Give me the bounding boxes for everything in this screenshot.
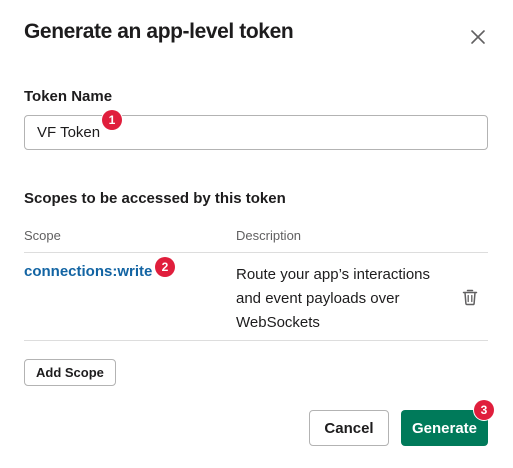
scope-link[interactable]: connections:write (24, 263, 152, 280)
description-column-header: Description (236, 228, 302, 243)
table-divider (24, 340, 488, 341)
trash-icon (460, 287, 480, 307)
remove-scope-button[interactable] (460, 287, 480, 307)
scope-description: Route your app’s interactions and event … (236, 266, 431, 331)
generate-token-dialog: Generate an app-level token Token Name 1… (0, 0, 513, 468)
dialog-title: Generate an app-level token (24, 20, 294, 43)
add-scope-button[interactable]: Add Scope (24, 359, 116, 386)
table-divider (24, 252, 488, 253)
scopes-section-label: Scopes to be accessed by this token (24, 190, 286, 207)
close-icon (465, 24, 491, 50)
annotation-badge-1: 1 (102, 110, 122, 130)
scope-column-header: Scope (24, 228, 61, 243)
token-name-label: Token Name (24, 88, 113, 105)
annotation-badge-3: 3 (474, 400, 494, 420)
annotation-badge-2: 2 (155, 257, 175, 277)
cancel-button[interactable]: Cancel (309, 410, 389, 446)
token-name-input[interactable] (24, 115, 488, 150)
close-button[interactable] (465, 24, 491, 50)
